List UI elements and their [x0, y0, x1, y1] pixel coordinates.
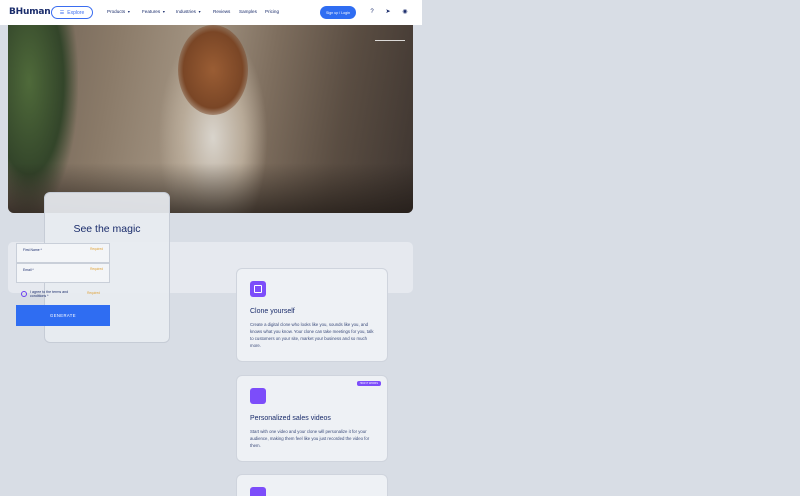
terms-label: I agree to the terms and conditions *: [30, 290, 69, 298]
how-it-works-badge[interactable]: HOW IT WORKS: [356, 381, 381, 386]
chevron-down-icon: ▼: [127, 9, 131, 14]
nav-features[interactable]: Features ▼: [142, 9, 166, 14]
nav-samples[interactable]: Samples: [239, 9, 257, 14]
required-label: Required: [90, 247, 103, 251]
card-body: Start with one video and your clone will…: [250, 429, 370, 448]
card-title: Personalized sales videos: [250, 415, 331, 422]
required-label: Required: [87, 291, 100, 295]
first-name-label: First Name *: [23, 248, 42, 252]
explore-button[interactable]: ☰ Explore: [51, 6, 93, 19]
user-icon[interactable]: ◉: [402, 9, 408, 15]
help-icon[interactable]: ?: [369, 9, 375, 15]
chevron-down-icon: ▼: [197, 9, 202, 14]
explore-label: Explore: [67, 9, 85, 16]
clone-icon: [250, 281, 266, 297]
nav-products-label: Products: [107, 9, 126, 14]
menu-icon: ☰: [59, 9, 65, 16]
nav-features-label: Features: [142, 9, 161, 14]
nav-samples-label: Samples: [239, 9, 257, 14]
video-icon: [250, 388, 266, 404]
generate-button[interactable]: GENERATE: [16, 305, 110, 326]
first-name-field[interactable]: First Name * Required: [16, 243, 110, 263]
hero-hair: [178, 25, 248, 115]
email-label: Email *: [23, 268, 34, 272]
hero-progress-line: [375, 40, 405, 41]
nav-products[interactable]: Products ▼: [107, 9, 131, 14]
feature-icon: [250, 487, 266, 496]
feature-card: [236, 474, 388, 496]
top-navbar: BHuman ☰ Explore Products ▼ Features ▼ I…: [0, 0, 422, 25]
email-field[interactable]: Email * Required: [16, 263, 110, 283]
send-icon[interactable]: ➤: [385, 9, 391, 15]
nav-industries[interactable]: Industries ▼: [176, 9, 201, 14]
feature-card: Clone yourself Create a digital clone wh…: [236, 268, 388, 362]
card-title: Clone yourself: [250, 308, 295, 315]
nav-reviews[interactable]: Reviews: [213, 9, 230, 14]
terms-checkbox-row: I agree to the terms and conditions * Re…: [16, 283, 110, 305]
required-label: Required: [90, 267, 103, 271]
feature-card: HOW IT WORKS Personalized sales videos S…: [236, 375, 388, 462]
card-body: Create a digital clone who looks like yo…: [250, 322, 374, 348]
nav-industries-label: Industries: [176, 9, 196, 14]
nav-reviews-label: Reviews: [213, 9, 231, 14]
nav-pricing-label: Pricing: [265, 9, 280, 14]
signin-button[interactable]: Sign up / Login: [320, 6, 356, 19]
nav-pricing[interactable]: Pricing: [265, 9, 279, 14]
logo[interactable]: BHuman: [9, 7, 51, 17]
terms-checkbox[interactable]: [21, 291, 27, 297]
hero-video[interactable]: [8, 25, 413, 213]
chevron-down-icon: ▼: [162, 9, 166, 14]
form-title: See the magic: [73, 223, 141, 235]
